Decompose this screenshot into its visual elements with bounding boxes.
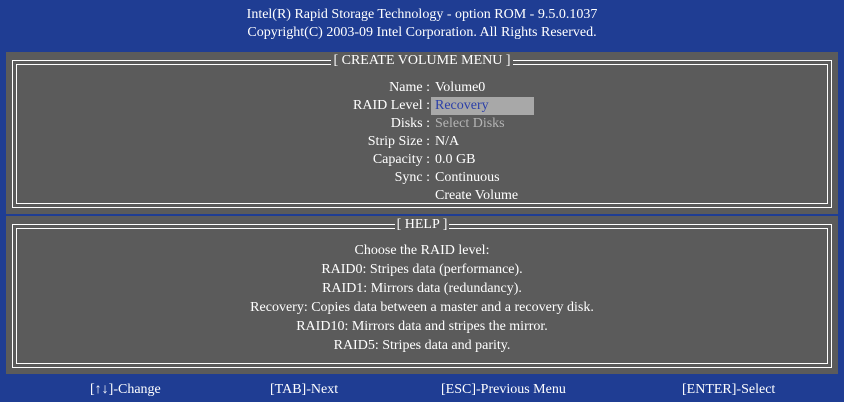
rom-header: Intel(R) Rapid Storage Technology - opti… — [0, 0, 844, 50]
create-volume-panel: [ CREATE VOLUME MENU ] Name : Volume0 RA… — [6, 52, 838, 214]
strip-size-value[interactable]: N/A — [435, 133, 459, 151]
help-line: Recovery: Copies data between a master a… — [250, 300, 594, 315]
panel-title: [ CREATE VOLUME MENU ] — [6, 52, 838, 70]
help-line: Choose the RAID level: — [354, 243, 490, 258]
header-copyright: Copyright(C) 2003-09 Intel Corporation. … — [247, 25, 597, 40]
help-panel: [ HELP ] Choose the RAID level: RAID0: S… — [6, 216, 838, 374]
field-disks[interactable]: Disks : Select Disks — [6, 115, 838, 133]
key-hint-bar: [↑↓]-Change [TAB]-Next [ESC]-Previous Me… — [0, 376, 844, 402]
field-name[interactable]: Name : Volume0 — [6, 79, 838, 97]
field-raid-level[interactable]: RAID Level : Recovery — [6, 97, 838, 115]
help-line: RAID10: Mirrors data and stripes the mir… — [296, 319, 548, 334]
enter-key-hint: [ENTER]-Select — [682, 382, 776, 397]
field-label: Name : — [389, 80, 430, 95]
field-label: RAID Level : — [353, 98, 430, 113]
create-volume-title: [ CREATE VOLUME MENU ] — [331, 53, 513, 68]
help-line: RAID1: Mirrors data (redundancy). — [322, 281, 522, 296]
help-title: [ HELP ] — [394, 217, 450, 232]
field-capacity[interactable]: Capacity : 0.0 GB — [6, 151, 838, 169]
change-key-hint: [↑↓]-Change — [90, 382, 161, 397]
field-label: Capacity : — [372, 152, 430, 167]
help-line: RAID0: Stripes data (performance). — [321, 262, 523, 277]
capacity-value[interactable]: 0.0 GB — [435, 151, 475, 169]
raid-level-value[interactable]: Recovery — [431, 97, 534, 115]
name-value[interactable]: Volume0 — [435, 79, 485, 97]
field-label: Disks : — [390, 116, 430, 131]
esc-key-hint: [ESC]-Previous Menu — [441, 382, 566, 397]
help-line: RAID5: Stripes data and parity. — [333, 338, 511, 353]
field-sync[interactable]: Sync : Continuous — [6, 169, 838, 187]
header-title: Intel(R) Rapid Storage Technology - opti… — [246, 7, 598, 22]
field-label: Sync : — [394, 170, 430, 185]
tab-key-hint: [TAB]-Next — [270, 382, 339, 397]
field-strip-size[interactable]: Strip Size : N/A — [6, 133, 838, 151]
field-label: Strip Size : — [367, 134, 430, 149]
panel-title: [ HELP ] — [6, 216, 838, 234]
create-volume-button[interactable]: Create Volume — [435, 187, 518, 205]
disks-value[interactable]: Select Disks — [435, 115, 505, 133]
sync-value[interactable]: Continuous — [435, 169, 500, 187]
create-volume-row[interactable]: Create Volume — [6, 187, 838, 205]
